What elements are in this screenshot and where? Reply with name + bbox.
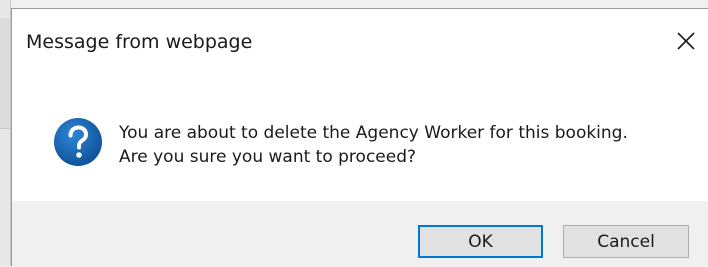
ok-button[interactable]: OK xyxy=(418,225,543,258)
close-icon xyxy=(677,32,695,50)
background-window-edge xyxy=(0,0,11,266)
dialog-titlebar: Message from webpage xyxy=(12,9,708,71)
message-line: You are about to delete the Agency Worke… xyxy=(119,123,628,143)
background-panel xyxy=(0,18,10,129)
dialog-message: You are about to delete the Agency Worke… xyxy=(119,121,628,169)
dialog-button-bar: OK Cancel xyxy=(12,201,708,267)
message-dialog: Message from webpage You are about to de… xyxy=(11,8,708,267)
question-icon xyxy=(54,118,102,166)
dialog-content: You are about to delete the Agency Worke… xyxy=(12,71,708,201)
close-button[interactable] xyxy=(664,23,708,59)
cancel-button[interactable]: Cancel xyxy=(563,225,689,258)
dialog-title: Message from webpage xyxy=(26,31,253,53)
message-line: Are you sure you want to proceed? xyxy=(119,147,417,167)
